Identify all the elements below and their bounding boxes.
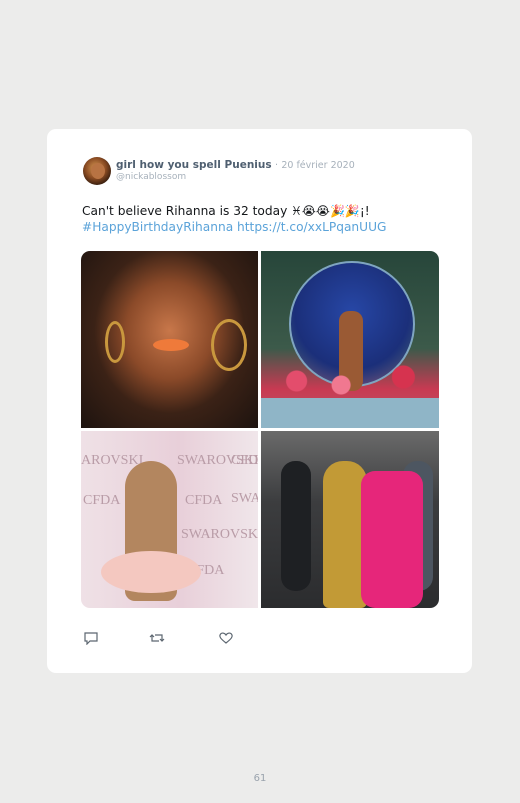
emoji-sequence: ♓😭😭🎉🎉	[291, 204, 360, 218]
sponsor-word: SWAROVSKI	[181, 527, 258, 542]
photo-4[interactable]	[261, 431, 439, 608]
sponsor-word: CFDA	[185, 493, 223, 508]
sponsor-word: CFDA	[83, 493, 121, 508]
tweet-header: girl how you spell Puenius · 20 février …	[116, 159, 355, 171]
url-link[interactable]: https://t.co/xxLPqanUUG	[237, 220, 386, 234]
avatar[interactable]	[83, 157, 111, 185]
user-handle[interactable]: @nickablossom	[116, 172, 186, 182]
tweet-date[interactable]: 20 février 2020	[281, 160, 354, 171]
tweet-suffix: ¡!	[359, 204, 370, 218]
hashtag-link[interactable]: #HappyBirthdayRihanna	[82, 220, 233, 234]
tweet-body: Can't believe Rihanna is 32 today	[82, 204, 288, 218]
display-name[interactable]: girl how you spell Puenius	[116, 159, 272, 171]
sponsor-word: CFDA	[231, 453, 258, 468]
photo-1[interactable]	[81, 251, 258, 428]
separator: ·	[274, 160, 278, 171]
reply-icon[interactable]	[83, 630, 99, 646]
retweet-icon[interactable]	[149, 630, 165, 644]
page-number: 61	[253, 773, 267, 784]
like-icon[interactable]	[218, 630, 234, 644]
photo-3[interactable]: AROVSKI SWAROVSKI CFDA CFDA SWARO CFDA S…	[81, 431, 258, 608]
tweet-card: girl how you spell Puenius · 20 février …	[47, 129, 472, 673]
photo-2[interactable]	[261, 251, 439, 428]
tweet-text: Can't believe Rihanna is 32 today ♓😭😭🎉🎉¡…	[82, 203, 442, 235]
sponsor-word: SWARO	[231, 491, 258, 506]
media-grid: AROVSKI SWAROVSKI CFDA CFDA SWARO CFDA S…	[81, 251, 439, 608]
